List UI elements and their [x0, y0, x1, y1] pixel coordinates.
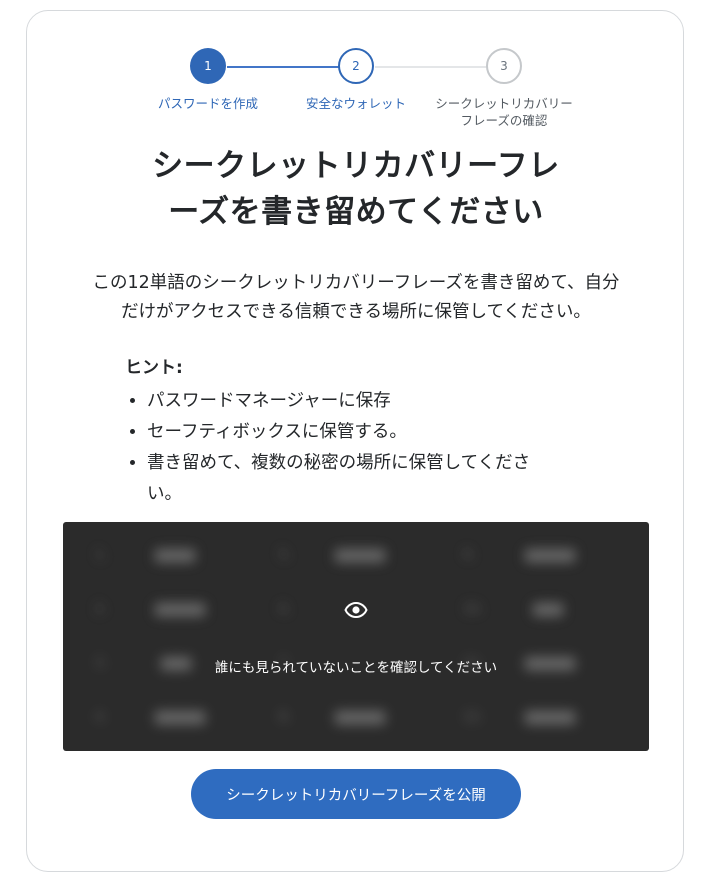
page-title: シークレットリカバリーフレ ーズを書き留めてください — [87, 143, 625, 235]
hint-item: セーフティボックスに保管する。 — [147, 417, 595, 448]
hint-item: 書き留めて、複数の秘密の場所に保管してください。 — [147, 448, 595, 510]
step-2-indicator: 2 — [338, 48, 374, 84]
page-title-line-2: ーズを書き留めてください — [168, 194, 544, 230]
description-line-2: だけがアクセスできる信頼できる場所に保管してください。 — [121, 302, 591, 322]
onboarding-card: 1 2 3 パスワードを作成 安全なウォレット シークレットリカバリー フレーズの… — [26, 10, 684, 872]
hint-item: パスワードマネージャーに保存 — [147, 386, 595, 417]
eye-icon — [344, 601, 368, 619]
page-title-line-1: シークレットリカバリーフレ — [152, 148, 560, 184]
description-line-1: この12単語のシークレットリカバリーフレーズを書き留めて、自分 — [92, 273, 620, 293]
reveal-srp-button[interactable]: シークレットリカバリーフレーズを公開 — [191, 769, 521, 819]
blurred-words-grid: 1. ▇▇▇▇ 5. ▇▇▇▇▇ 9. ▇▇▇▇▇ 2. ▇▇▇▇▇ 6. 10… — [95, 548, 575, 725]
hints-title: ヒント: — [125, 358, 183, 378]
step-3-label: シークレットリカバリー フレーズの確認 — [435, 96, 573, 128]
step-2-label: 安全なウォレット — [305, 96, 406, 111]
step-1-label: パスワードを作成 — [157, 96, 258, 111]
reveal-warning-text: 誰にも見られていないことを確認してください — [214, 660, 498, 676]
step-1-indicator: 1 — [190, 48, 226, 84]
description: この12単語のシークレットリカバリーフレーズを書き留めて、自分 だけがアクセスで… — [57, 269, 655, 327]
step-3-indicator: 3 — [486, 48, 522, 84]
srp-blurred-overlay[interactable]: 1. ▇▇▇▇ 5. ▇▇▇▇▇ 9. ▇▇▇▇▇ 2. ▇▇▇▇▇ 6. 10… — [63, 522, 649, 751]
hints-list: パスワードマネージャーに保存 セーフティボックスに保管する。 書き留めて、複数の… — [125, 386, 595, 510]
progress-stepper: 1 2 3 パスワードを作成 安全なウォレット シークレットリカバリー フレーズの… — [27, 11, 685, 141]
stepper-line-pending — [375, 66, 487, 68]
stepper-line-completed — [227, 66, 339, 68]
hints-section: ヒント: パスワードマネージャーに保存 セーフティボックスに保管する。 書き留め… — [125, 353, 595, 510]
